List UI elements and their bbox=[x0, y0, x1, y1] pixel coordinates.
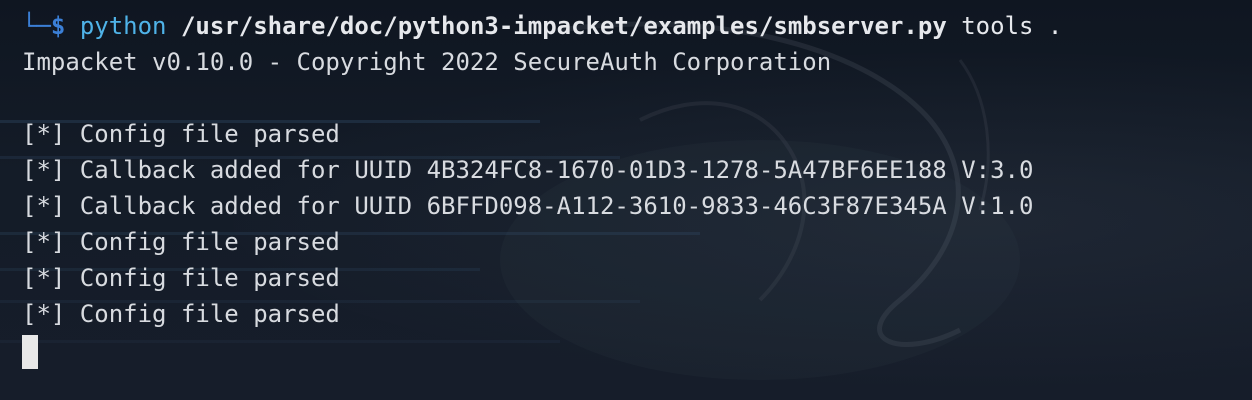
terminal-cursor[interactable] bbox=[22, 334, 38, 369]
terminal-output: └─$ python /usr/share/doc/python3-impack… bbox=[22, 8, 1252, 369]
output-line: [*] Config file parsed bbox=[22, 264, 340, 292]
prompt-branch: └─ bbox=[22, 12, 51, 40]
output-line: [*] Config file parsed bbox=[22, 228, 340, 256]
output-line: [*] Callback added for UUID 6BFFD098-A11… bbox=[22, 192, 1034, 220]
output-line: [*] Config file parsed bbox=[22, 120, 340, 148]
command-args: tools . bbox=[961, 12, 1063, 40]
prompt-line: └─$ python /usr/share/doc/python3-impack… bbox=[22, 8, 1252, 44]
terminal-window[interactable]: └─$ python /usr/share/doc/python3-impack… bbox=[0, 0, 1252, 400]
cursor-line bbox=[22, 332, 1252, 369]
command-name: python bbox=[79, 12, 167, 40]
output-line: Impacket v0.10.0 - Copyright 2022 Secure… bbox=[22, 48, 832, 76]
prompt-sign: $ bbox=[50, 12, 66, 40]
output-line: [*] Callback added for UUID 4B324FC8-167… bbox=[22, 156, 1034, 184]
command-script-path: /usr/share/doc/python3-impacket/examples… bbox=[180, 12, 947, 40]
output-line: [*] Config file parsed bbox=[22, 300, 340, 328]
